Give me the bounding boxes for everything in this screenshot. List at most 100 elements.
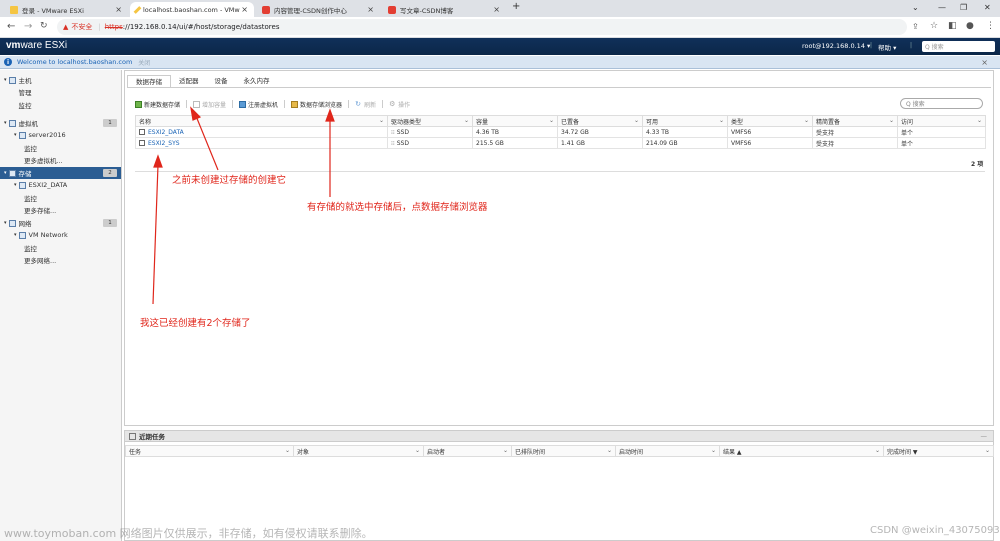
close-icon[interactable]: × [367, 5, 374, 14]
register-vm-button[interactable]: 注册虚拟机 [239, 100, 278, 109]
chevron-down-icon[interactable]: ▾ [14, 132, 17, 138]
nav-item[interactable]: ▾ VM Network [0, 229, 121, 241]
help-menu[interactable]: 帮助 ▾ [878, 42, 896, 52]
back-icon[interactable]: ← [7, 21, 15, 32]
chevron-down-icon[interactable]: ⌄ [977, 117, 982, 124]
table-row[interactable]: ESXI2_SYS ⁝⁝ SSD 215.5 GB 1.41 GB 214.09 GB V… [135, 137, 986, 149]
nav-item[interactable]: ▾ 网络 1 [0, 217, 121, 229]
chevron-down-icon[interactable]: ⌄ [719, 117, 724, 124]
chevron-down-icon[interactable]: ⌄ [875, 447, 880, 454]
global-search-input[interactable]: Q 搜索 [922, 41, 995, 52]
chevron-down-icon[interactable]: ▾ [4, 77, 7, 83]
task-column-header[interactable]: 已排队时间 ⌄ [511, 445, 616, 457]
menu-icon[interactable]: ⋮ [986, 21, 995, 31]
browser-tab-login[interactable]: 登录 - VMware ESXi × [4, 2, 128, 17]
datastore-name-link[interactable]: ESXI2_SYS [135, 137, 388, 149]
task-column-header[interactable]: 启动时间 ⌄ [615, 445, 720, 457]
task-column-header[interactable]: 结果 ▲ ⌄ [719, 445, 884, 457]
datastore-browser-button[interactable]: 数据存储浏览器 [291, 100, 342, 109]
column-header[interactable]: 精简置备 ⌄ [812, 115, 898, 127]
nav-item[interactable]: 更多虚拟机... [0, 154, 121, 166]
cell-text: 4.36 TB [476, 128, 500, 136]
new-datastore-button[interactable]: 新建数据存储 [135, 100, 180, 109]
column-header[interactable]: 容量 ⌄ [472, 115, 558, 127]
actions-button[interactable]: ⚙ 操作 [389, 100, 410, 109]
chevron-down-icon[interactable]: ⌄ [607, 447, 612, 454]
browser-tab-csdn-write[interactable]: 写文章-CSDN博客 × [382, 2, 506, 17]
nav-item[interactable]: ▾ 虚拟机 1 [0, 117, 121, 129]
reload-icon[interactable]: ↻ [40, 21, 48, 31]
restore-icon[interactable]: ❐ [960, 3, 967, 12]
chevron-down-icon[interactable]: ⌄ [379, 117, 384, 124]
tab-devices[interactable]: 设备 [207, 75, 236, 87]
chevron-down-icon[interactable]: ▾ [4, 170, 7, 176]
chevron-down-icon[interactable]: ⌄ [985, 447, 990, 454]
close-icon[interactable]: × [241, 5, 248, 14]
datastore-name-link[interactable]: ESXI2_DATA [135, 126, 388, 138]
task-column-header[interactable]: 完成时间 ▼ ⌄ [883, 445, 994, 457]
chevron-down-icon[interactable]: ⌄ [804, 117, 809, 124]
share-icon[interactable]: ⇪ [912, 22, 919, 31]
task-column-header[interactable]: 启动者 ⌄ [423, 445, 512, 457]
nav-item[interactable]: ▾ 主机 [0, 74, 121, 86]
chevron-down-icon[interactable]: ▾ [4, 120, 7, 126]
tab-search-icon[interactable]: ⌄ [912, 3, 919, 12]
chevron-down-icon[interactable]: ⌄ [711, 447, 716, 454]
table-cell: 单个 [897, 137, 986, 149]
chevron-down-icon[interactable]: ⌄ [415, 447, 420, 454]
recent-tasks-header[interactable]: 近期任务 — [125, 431, 993, 442]
increase-capacity-button[interactable]: 增加容量 [193, 100, 226, 109]
browser-address-bar: ← → ↻ ▲ 不安全 | https ://192.168.0.14/ui/#… [0, 17, 1000, 38]
close-icon[interactable]: × [981, 58, 988, 67]
column-header[interactable]: 类型 ⌄ [727, 115, 813, 127]
close-icon[interactable]: × [115, 5, 122, 14]
nav-item[interactable]: 更多存储... [0, 204, 121, 216]
browser-tab-csdn-content[interactable]: 内容管理-CSDN创作中心 × [256, 2, 380, 17]
nav-item[interactable]: ▾ 存储 2 [0, 167, 121, 179]
minimize-icon[interactable]: — [938, 3, 946, 12]
chevron-down-icon[interactable]: ⌄ [503, 447, 508, 454]
chevron-down-icon[interactable]: ▾ [14, 182, 17, 188]
browser-tab-esxi[interactable]: localhost.baoshan.com - VMw × [130, 2, 254, 17]
sidepanel-icon[interactable]: ◧ [948, 21, 957, 31]
profile-icon[interactable]: ● [966, 21, 974, 31]
nav-item[interactable]: ▾ server2016 [0, 129, 121, 141]
close-window-icon[interactable]: ✕ [984, 3, 991, 12]
tab-adapters[interactable]: 适配器 [171, 75, 207, 87]
task-column-header[interactable]: 对象 ⌄ [293, 445, 424, 457]
task-column-header[interactable]: 任务 ⌄ [125, 445, 294, 457]
chevron-down-icon[interactable]: ⌄ [285, 447, 290, 454]
chevron-down-icon[interactable]: ⌄ [464, 117, 469, 124]
nav-item[interactable]: 监控 [0, 242, 121, 254]
welcome-tail[interactable]: 关闭 [138, 58, 150, 67]
nav-item[interactable]: ▾监控 [0, 99, 121, 111]
nav-item[interactable]: ▾管理 [0, 86, 121, 98]
column-header[interactable]: 可用 ⌄ [642, 115, 728, 127]
minimize-icon[interactable]: — [981, 432, 988, 440]
column-header[interactable]: 驱动器类型 ⌄ [387, 115, 473, 127]
nav-item[interactable]: 更多网络... [0, 254, 121, 266]
refresh-button[interactable]: ↻ 刷新 [355, 100, 376, 109]
nav-item[interactable]: 监控 [0, 142, 121, 154]
tab-persistent-memory[interactable]: 永久内存 [236, 75, 278, 87]
chevron-down-icon[interactable]: ⌄ [634, 117, 639, 124]
close-icon[interactable]: × [493, 5, 500, 14]
chevron-down-icon[interactable]: ⌄ [889, 117, 894, 124]
nav-item[interactable]: ▾ ESXI2_DATA [0, 179, 121, 191]
tab-datastores[interactable]: 数据存储 [127, 75, 171, 87]
column-header[interactable]: 名称 ⌄ [135, 115, 388, 127]
user-menu[interactable]: root@192.168.0.14 ▾ [802, 42, 870, 50]
column-header[interactable]: 访问 ⌄ [897, 115, 986, 127]
table-row[interactable]: ESXI2_DATA ⁝⁝ SSD 4.36 TB 34.72 GB 4.33 TB VM… [135, 126, 986, 138]
url-field[interactable]: ▲ 不安全 | https ://192.168.0.14/ui/#/host/… [57, 19, 907, 35]
chevron-down-icon[interactable]: ▾ [14, 232, 17, 238]
new-tab-button[interactable]: + [512, 1, 520, 12]
datastore-search-input[interactable]: Q 搜索 [900, 98, 983, 109]
forward-icon[interactable]: → [24, 21, 32, 32]
nav-item-label: 更多存储... [24, 207, 57, 215]
star-icon[interactable]: ☆ [930, 21, 938, 31]
column-header[interactable]: 已置备 ⌄ [557, 115, 643, 127]
nav-item[interactable]: 监控 [0, 192, 121, 204]
chevron-down-icon[interactable]: ⌄ [549, 117, 554, 124]
chevron-down-icon[interactable]: ▾ [4, 220, 7, 226]
